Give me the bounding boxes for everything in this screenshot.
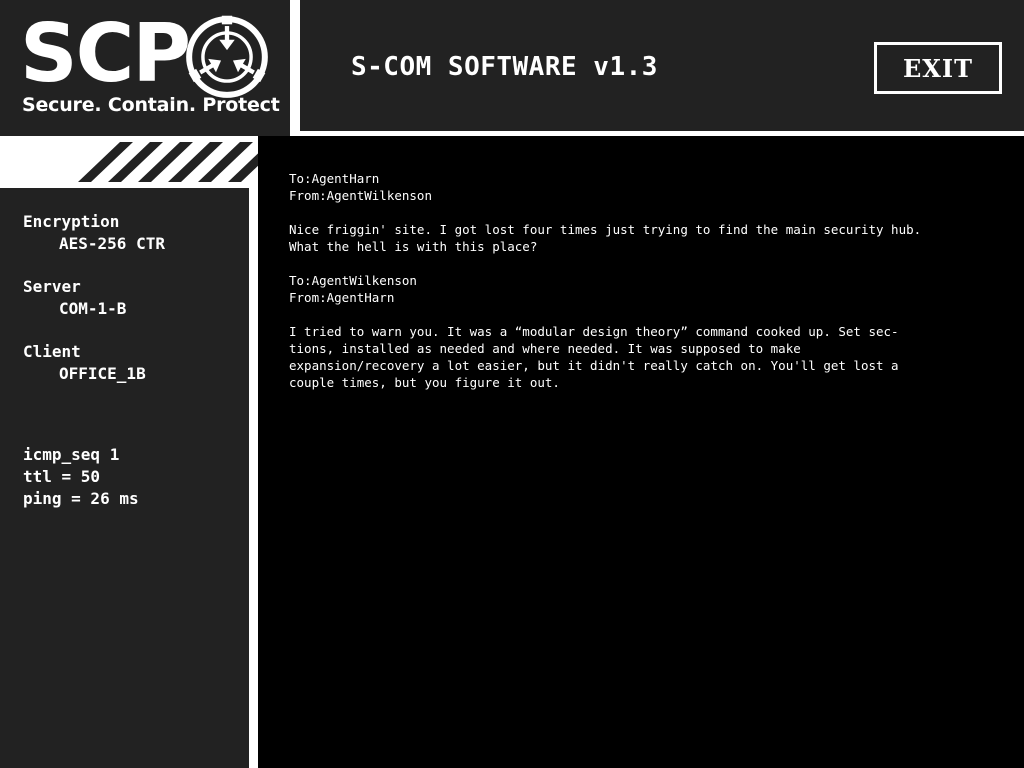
message-body-line: couple times, but you figure it out. (289, 375, 560, 390)
logo-panel: SCP Secure. Contain. Protect (0, 0, 290, 131)
message-body-line: I tried to warn you. It was a “modular d… (289, 324, 899, 339)
message-log: To:AgentHarn From:AgentWilkenson Nice fr… (289, 170, 1001, 391)
message-body-line: tions, installed as needed and where nee… (289, 341, 801, 356)
message-to: To:AgentWilkenson (289, 273, 417, 288)
message-body-line: expansion/recovery a lot easier, but it … (289, 358, 899, 373)
server-label: Server (23, 277, 81, 296)
logo-divider (290, 0, 300, 136)
encryption-label: Encryption (23, 212, 120, 231)
client-value: OFFICE_1B (59, 364, 146, 383)
client-label: Client (23, 342, 81, 361)
logo-tagline: Secure. Contain. Protect (22, 94, 280, 116)
message-body-line: Nice friggin' site. I got lost four time… (289, 222, 922, 237)
app-title: S-COM SOFTWARE v1.3 (351, 52, 658, 82)
message-from: From:AgentWilkenson (289, 188, 432, 203)
message-from: From:AgentHarn (289, 290, 395, 305)
message-to: To:AgentHarn (289, 171, 380, 186)
scp-emblem-icon (186, 15, 268, 98)
encryption-value: AES-256 CTR (59, 234, 165, 253)
stat-icmp-seq: icmp_seq 1 (23, 445, 120, 464)
message-panel: To:AgentHarn From:AgentWilkenson Nice fr… (258, 136, 1024, 768)
message-body-line: What the hell is with this place? (289, 239, 538, 254)
logo-text: SCP (20, 7, 191, 100)
exit-button[interactable]: EXIT (874, 42, 1002, 94)
sidebar-divider (249, 188, 258, 768)
sidebar-panel: Encryption AES-256 CTR Server COM-1-B Cl… (0, 188, 249, 768)
server-value: COM-1-B (59, 299, 127, 318)
stat-ping: ping = 26 ms (23, 489, 139, 508)
stat-ttl: ttl = 50 (23, 467, 101, 486)
